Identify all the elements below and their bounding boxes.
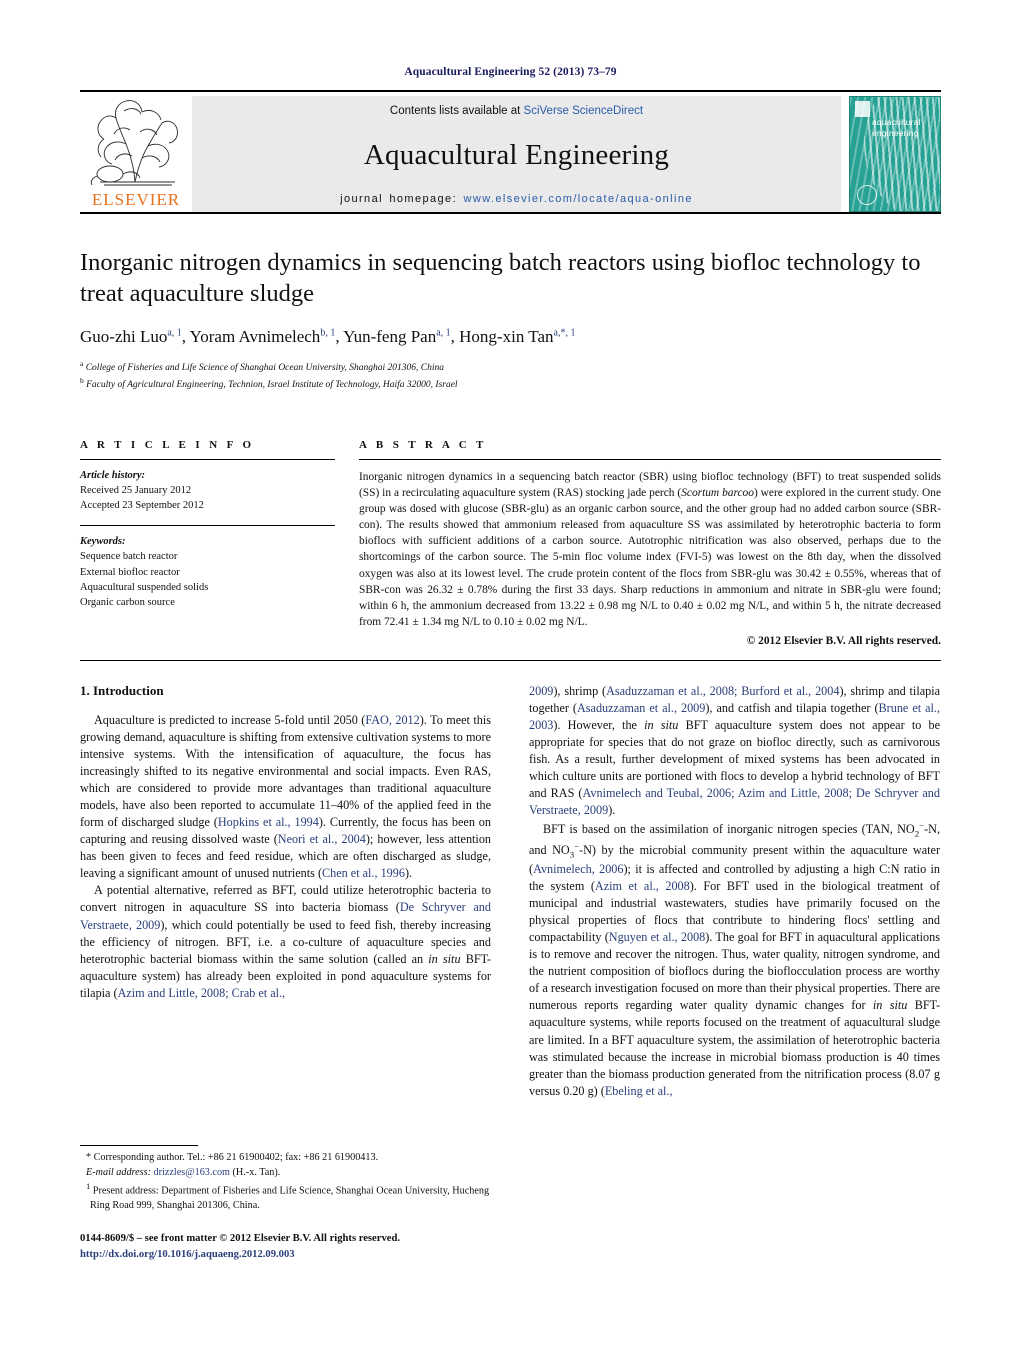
cover-seal-mark xyxy=(857,185,877,205)
homepage-url-link[interactable]: www.elsevier.com/locate/aqua-online xyxy=(464,193,693,205)
paragraph: Aquaculture is predicted to increase 5-f… xyxy=(80,712,492,881)
imprint-block: 0144-8609/$ – see front matter © 2012 El… xyxy=(80,1231,491,1263)
contents-prefix: Contents lists available at xyxy=(389,105,524,117)
email-link[interactable]: drizzles@163.com xyxy=(154,1167,230,1178)
abstract-bottom-rule xyxy=(80,659,941,661)
article-history-label: Article history: xyxy=(80,469,146,481)
cover-title: aquacultural engineering xyxy=(872,117,921,138)
abstract-column: A B S T R A C T Inorganic nitrogen dynam… xyxy=(359,439,941,650)
keyword-item: Aquacultural suspended solids xyxy=(80,581,209,593)
sciencedirect-link[interactable]: SciVerse ScienceDirect xyxy=(524,105,644,117)
article-info-rule xyxy=(80,458,335,460)
abstract-rule xyxy=(359,458,941,460)
journal-cover-thumbnail: aquacultural engineering xyxy=(849,96,941,212)
article-history: Article history: Received 25 January 201… xyxy=(80,468,335,514)
elsevier-logo: ELSEVIER xyxy=(80,92,192,212)
corresponding-author-line: * Corresponding author. Tel.: +86 21 619… xyxy=(86,1152,379,1164)
accepted-date: Accepted 23 September 2012 xyxy=(80,499,204,511)
cover-title-line2: engineering xyxy=(872,127,919,138)
affiliation-a: a College of Fisheries and Life Science … xyxy=(80,358,445,373)
body-column-left: 1. Introduction Aquaculture is predicted… xyxy=(80,683,491,1263)
affiliation-b: b Faculty of Agricultural Engineering, T… xyxy=(80,376,458,391)
footnote-rule xyxy=(80,1145,198,1147)
contents-line: Contents lists available at SciVerse Sci… xyxy=(390,105,643,117)
keywords-rule xyxy=(80,525,335,527)
affiliations: a College of Fisheries and Life Science … xyxy=(80,358,941,393)
keywords-label: Keywords: xyxy=(80,536,126,548)
present-address-line: 1 Present address: Department of Fisheri… xyxy=(86,1181,490,1212)
author-list: Guo-zhi Luoa, 1, Yoram Avnimelechb, 1, Y… xyxy=(80,326,576,346)
cover-title-line1: aquacultural xyxy=(872,117,921,127)
doi-link[interactable]: http://dx.doi.org/10.1016/j.aquaeng.2012… xyxy=(80,1247,491,1263)
article-body: 1. Introduction Aquaculture is predicted… xyxy=(80,683,941,1263)
article-page: Aquacultural Engineering 52 (2013) 73–79 xyxy=(0,0,1021,1351)
affiliation-a-text: College of Fisheries and Life Science of… xyxy=(85,362,445,373)
homepage-label: journal homepage: xyxy=(340,193,464,205)
body-column-right: 2009), shrimp (Asaduzzaman et al., 2008;… xyxy=(529,683,940,1263)
journal-banner: Contents lists available at SciVerse Sci… xyxy=(192,96,841,212)
info-abstract-row: A R T I C L E I N F O Article history: R… xyxy=(80,439,941,650)
keyword-item: External biofloc reactor xyxy=(80,566,180,578)
cover-publisher-mark xyxy=(855,101,870,117)
elsevier-wordmark: ELSEVIER xyxy=(91,190,181,209)
footnote-block: * Corresponding author. Tel.: +86 21 619… xyxy=(80,1145,491,1262)
section-heading-introduction: 1. Introduction xyxy=(80,682,164,698)
paragraph: 2009), shrimp (Asaduzzaman et al., 2008;… xyxy=(529,683,940,818)
email-label: E-mail address: xyxy=(86,1166,151,1178)
affiliation-b-text: Faculty of Agricultural Engineering, Tec… xyxy=(86,380,458,391)
page-title: Inorganic nitrogen dynamics in sequencin… xyxy=(80,249,921,307)
article-info-column: A R T I C L E I N F O Article history: R… xyxy=(80,439,335,650)
title-block: Inorganic nitrogen dynamics in sequencin… xyxy=(80,248,941,393)
email-line: E-mail address: drizzles@163.com (H.-x. … xyxy=(80,1166,491,1180)
received-date: Received 25 January 2012 xyxy=(80,484,192,496)
issn-line: 0144-8609/$ – see front matter © 2012 El… xyxy=(80,1232,400,1244)
running-head: Aquacultural Engineering 52 (2013) 73–79 xyxy=(404,66,617,78)
masthead-bottom-rule xyxy=(80,212,941,214)
keyword-item: Organic carbon source xyxy=(80,597,175,609)
abstract-text: Inorganic nitrogen dynamics in a sequenc… xyxy=(359,470,942,629)
keyword-item: Sequence batch reactor xyxy=(80,551,178,563)
abstract-heading: A B S T R A C T xyxy=(359,438,487,451)
paragraph: BFT is based on the assimilation of inor… xyxy=(529,820,940,1098)
journal-homepage-line: journal homepage: www.elsevier.com/locat… xyxy=(340,193,693,205)
journal-title: Aquacultural Engineering xyxy=(363,139,670,171)
article-info-heading: A R T I C L E I N F O xyxy=(80,438,255,451)
paragraph: A potential alternative, referred as BFT… xyxy=(80,883,491,1000)
keywords-block: Keywords: Sequence batch reactor Externa… xyxy=(80,534,335,610)
email-suffix: (H.-x. Tan). xyxy=(232,1166,281,1178)
abstract-copyright: © 2012 Elsevier B.V. All rights reserved… xyxy=(746,635,941,648)
journal-masthead: ELSEVIER Contents lists available at Sci… xyxy=(80,90,941,212)
elsevier-tree-icon xyxy=(90,100,178,186)
corresponding-author-footnote: * Corresponding author. Tel.: +86 21 619… xyxy=(80,1151,491,1213)
